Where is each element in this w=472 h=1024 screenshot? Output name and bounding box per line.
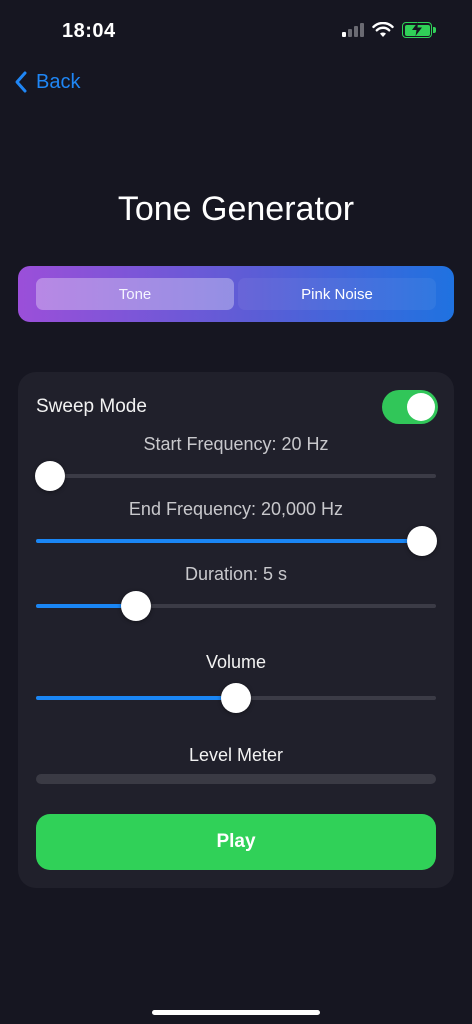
segment-tone[interactable]: Tone: [36, 278, 234, 310]
toggle-knob: [407, 393, 435, 421]
volume-slider[interactable]: [36, 681, 436, 715]
controls-card: Sweep Mode Start Frequency: 20 Hz End Fr…: [18, 372, 454, 888]
start-frequency-slider[interactable]: [35, 459, 436, 493]
back-button[interactable]: Back: [14, 70, 80, 94]
sweep-mode-toggle[interactable]: [382, 390, 438, 424]
end-frequency-slider[interactable]: [36, 524, 437, 558]
home-indicator: [152, 1010, 320, 1015]
slider-fill: [36, 539, 422, 543]
page-title: Tone Generator: [117, 190, 355, 228]
slider-thumb[interactable]: [407, 526, 437, 556]
start-frequency-label: Start Frequency: 20 Hz: [143, 434, 329, 454]
volume-label: Volume: [205, 652, 267, 672]
back-label: Back: [36, 70, 81, 93]
slider-thumb[interactable]: [120, 591, 151, 621]
segment-pink-noise[interactable]: Pink Noise: [238, 278, 436, 310]
level-meter-label: Level Meter: [188, 745, 284, 765]
slider-thumb[interactable]: [35, 461, 65, 491]
slider-track: [36, 474, 436, 478]
status-time: 18:04: [62, 20, 116, 42]
level-meter: [36, 774, 436, 784]
charging-bolt-icon: [412, 22, 422, 36]
duration-label: Duration: 5 s: [184, 564, 288, 584]
wifi-icon: [372, 22, 394, 37]
slider-thumb[interactable]: [221, 683, 251, 713]
sweep-mode-label: Sweep Mode: [36, 396, 147, 417]
status-icons: [342, 22, 436, 38]
duration-slider[interactable]: [36, 589, 436, 623]
mode-segmented-control: Tone Pink Noise: [18, 266, 454, 322]
status-bar: 18:04: [0, 0, 472, 60]
cellular-signal-icon: [342, 23, 364, 37]
slider-fill: [36, 696, 236, 700]
battery-icon: [402, 22, 436, 38]
play-button[interactable]: Play: [36, 814, 436, 870]
chevron-left-icon: [15, 71, 27, 93]
end-frequency-label: End Frequency: 20,000 Hz: [128, 499, 344, 519]
